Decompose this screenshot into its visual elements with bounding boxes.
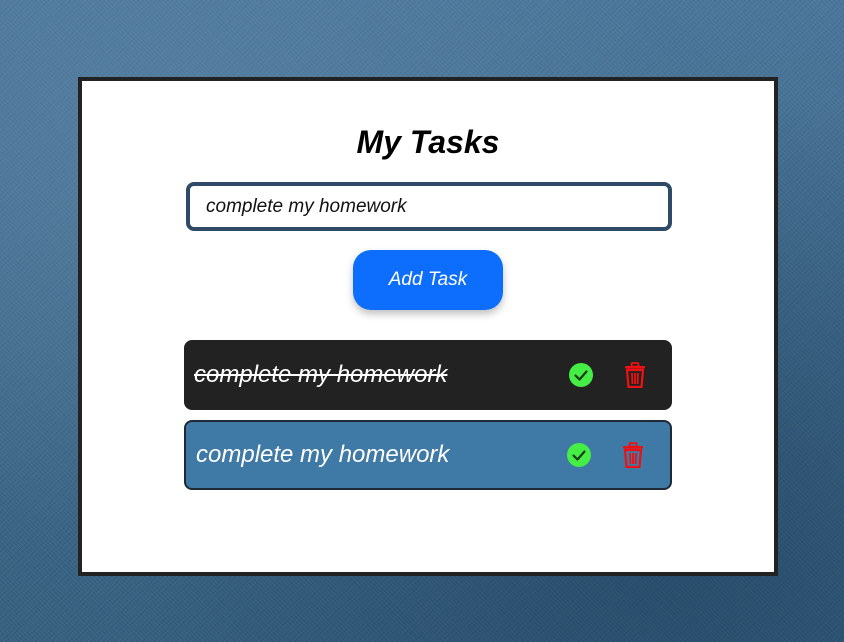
page-title: My Tasks: [356, 124, 500, 160]
check-circle-icon[interactable]: [567, 361, 595, 389]
task-text: complete my homework: [194, 361, 448, 388]
add-task-button[interactable]: Add Task: [353, 250, 503, 310]
trash-icon[interactable]: [621, 361, 649, 389]
task-text: complete my homework: [196, 441, 450, 468]
trash-icon[interactable]: [619, 441, 647, 469]
task-input[interactable]: [186, 182, 672, 231]
task-card: My Tasks Add Task complete my homework c…: [78, 77, 778, 576]
check-circle-icon[interactable]: [565, 441, 593, 469]
task-item-pending: complete my homework: [184, 420, 672, 490]
task-item-completed: complete my homework: [184, 340, 672, 410]
